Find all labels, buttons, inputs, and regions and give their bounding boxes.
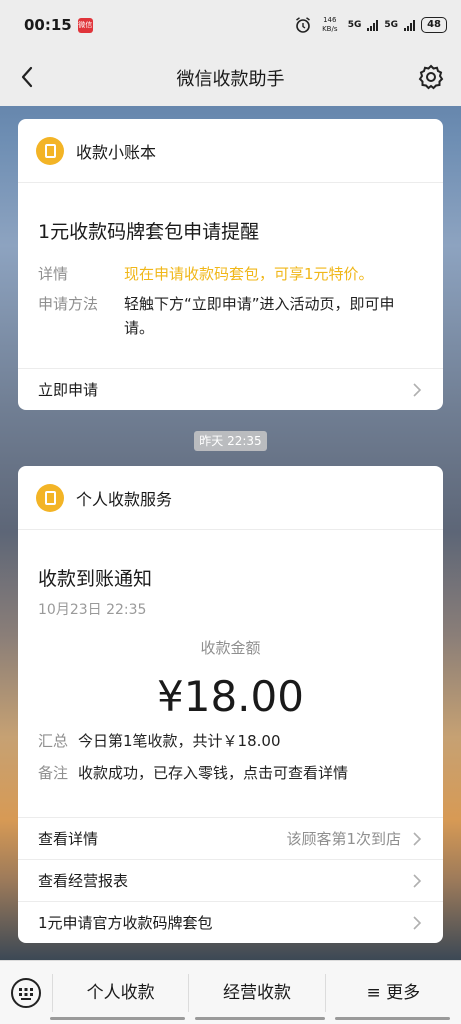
card-header: 个人收款服务 xyxy=(18,466,443,530)
method-key: 申请方法 xyxy=(38,295,99,313)
sim1-label: 5G xyxy=(347,20,362,30)
apply-now-link[interactable]: 立即申请 xyxy=(18,368,443,410)
alarm-icon xyxy=(295,17,310,33)
bottom-menu-bar: 个人收款 经营收款 ≡ 更多 xyxy=(0,960,461,1024)
reminder-card: 收款小账本 1元收款码牌套包申请提醒 详情 现在申请收款码套包，可享1元特价。 … xyxy=(18,119,443,410)
status-bar: 00:15 微信 146 KB/s 5G 5G 48 xyxy=(0,0,461,50)
apply-now-label: 立即申请 xyxy=(38,381,99,399)
apply-package-label: 1元申请官方收款码牌套包 xyxy=(38,914,213,932)
nav-bar: 微信收款助手 xyxy=(0,50,461,106)
gear-icon[interactable] xyxy=(417,63,445,91)
amount-label: 收款金额 xyxy=(200,639,261,657)
payment-notice-card[interactable]: 个人收款服务 收款到账通知 10月23日 22:35 收款金额 ¥18.00 汇… xyxy=(18,466,443,943)
keyboard-icon xyxy=(11,977,41,1008)
app-notification-badge: 微信 xyxy=(77,17,93,33)
wallet-icon xyxy=(36,483,64,512)
visit-count-text: 该顾客第1次到店 xyxy=(286,830,401,848)
signal-icon xyxy=(367,19,379,31)
sim2-label: 5G xyxy=(384,20,399,30)
view-report-link[interactable]: 查看经营报表 xyxy=(18,859,443,901)
ledger-icon xyxy=(36,136,64,165)
gesture-bar xyxy=(335,1017,450,1020)
menu-more[interactable]: ≡ 更多 xyxy=(324,973,461,1012)
card-header: 收款小账本 xyxy=(18,119,443,183)
method-value: 轻触下方“立即申请”进入活动页，即可申请。 xyxy=(124,295,395,337)
detail-value: 现在申请收款码套包，可享1元特价。 xyxy=(124,265,374,283)
detail-row: 详情 现在申请收款码套包，可享1元特价。 xyxy=(38,262,423,286)
notice-date: 10月23日 22:35 xyxy=(38,602,147,618)
method-row: 申请方法 轻触下方“立即申请”进入活动页，即可申请。 xyxy=(38,292,423,340)
page-title: 微信收款助手 xyxy=(176,69,285,90)
summary-key: 汇总 xyxy=(38,732,69,750)
timestamp-pill: 昨天 22:35 xyxy=(194,431,267,451)
view-report-label: 查看经营报表 xyxy=(38,872,129,890)
view-details-label: 查看详情 xyxy=(38,830,99,848)
gesture-bar xyxy=(195,1017,325,1020)
apply-package-link[interactable]: 1元申请官方收款码牌套包 xyxy=(18,901,443,943)
remark-value: 收款成功，已存入零钱，点击可查看详情 xyxy=(78,764,349,782)
chevron-right-icon xyxy=(413,382,422,397)
summary-value: 今日第1笔收款，共计￥18.00 xyxy=(78,732,281,750)
menu-business-payment[interactable]: 经营收款 xyxy=(188,973,324,1012)
remark-key: 备注 xyxy=(38,764,69,782)
amount-value: ¥18.00 xyxy=(157,672,304,721)
gesture-bar xyxy=(50,1017,185,1020)
chevron-right-icon xyxy=(413,831,422,846)
card-header-title: 个人收款服务 xyxy=(76,489,173,509)
card-header-title: 收款小账本 xyxy=(76,142,157,162)
chevron-right-icon xyxy=(413,873,422,888)
back-arrow-icon[interactable] xyxy=(14,62,44,92)
remark-row: 备注 收款成功，已存入零钱，点击可查看详情 xyxy=(38,761,423,785)
battery-icon: 48 xyxy=(421,17,447,33)
signal-icon-2 xyxy=(404,19,416,31)
net-speed: 146 KB/s xyxy=(322,16,338,33)
notice-title: 收款到账通知 xyxy=(38,568,153,590)
view-details-link[interactable]: 查看详情 该顾客第1次到店 xyxy=(18,817,443,859)
status-time: 00:15 xyxy=(24,16,72,34)
keyboard-toggle-button[interactable] xyxy=(0,961,52,1024)
status-icons: 146 KB/s 5G 5G 48 xyxy=(294,16,447,34)
summary-row: 汇总 今日第1笔收款，共计￥18.00 xyxy=(38,729,423,753)
notice-title: 1元收款码牌套包申请提醒 xyxy=(38,221,260,243)
chevron-right-icon xyxy=(413,915,422,930)
detail-key: 详情 xyxy=(38,265,69,283)
menu-personal-payment[interactable]: 个人收款 xyxy=(52,973,188,1012)
